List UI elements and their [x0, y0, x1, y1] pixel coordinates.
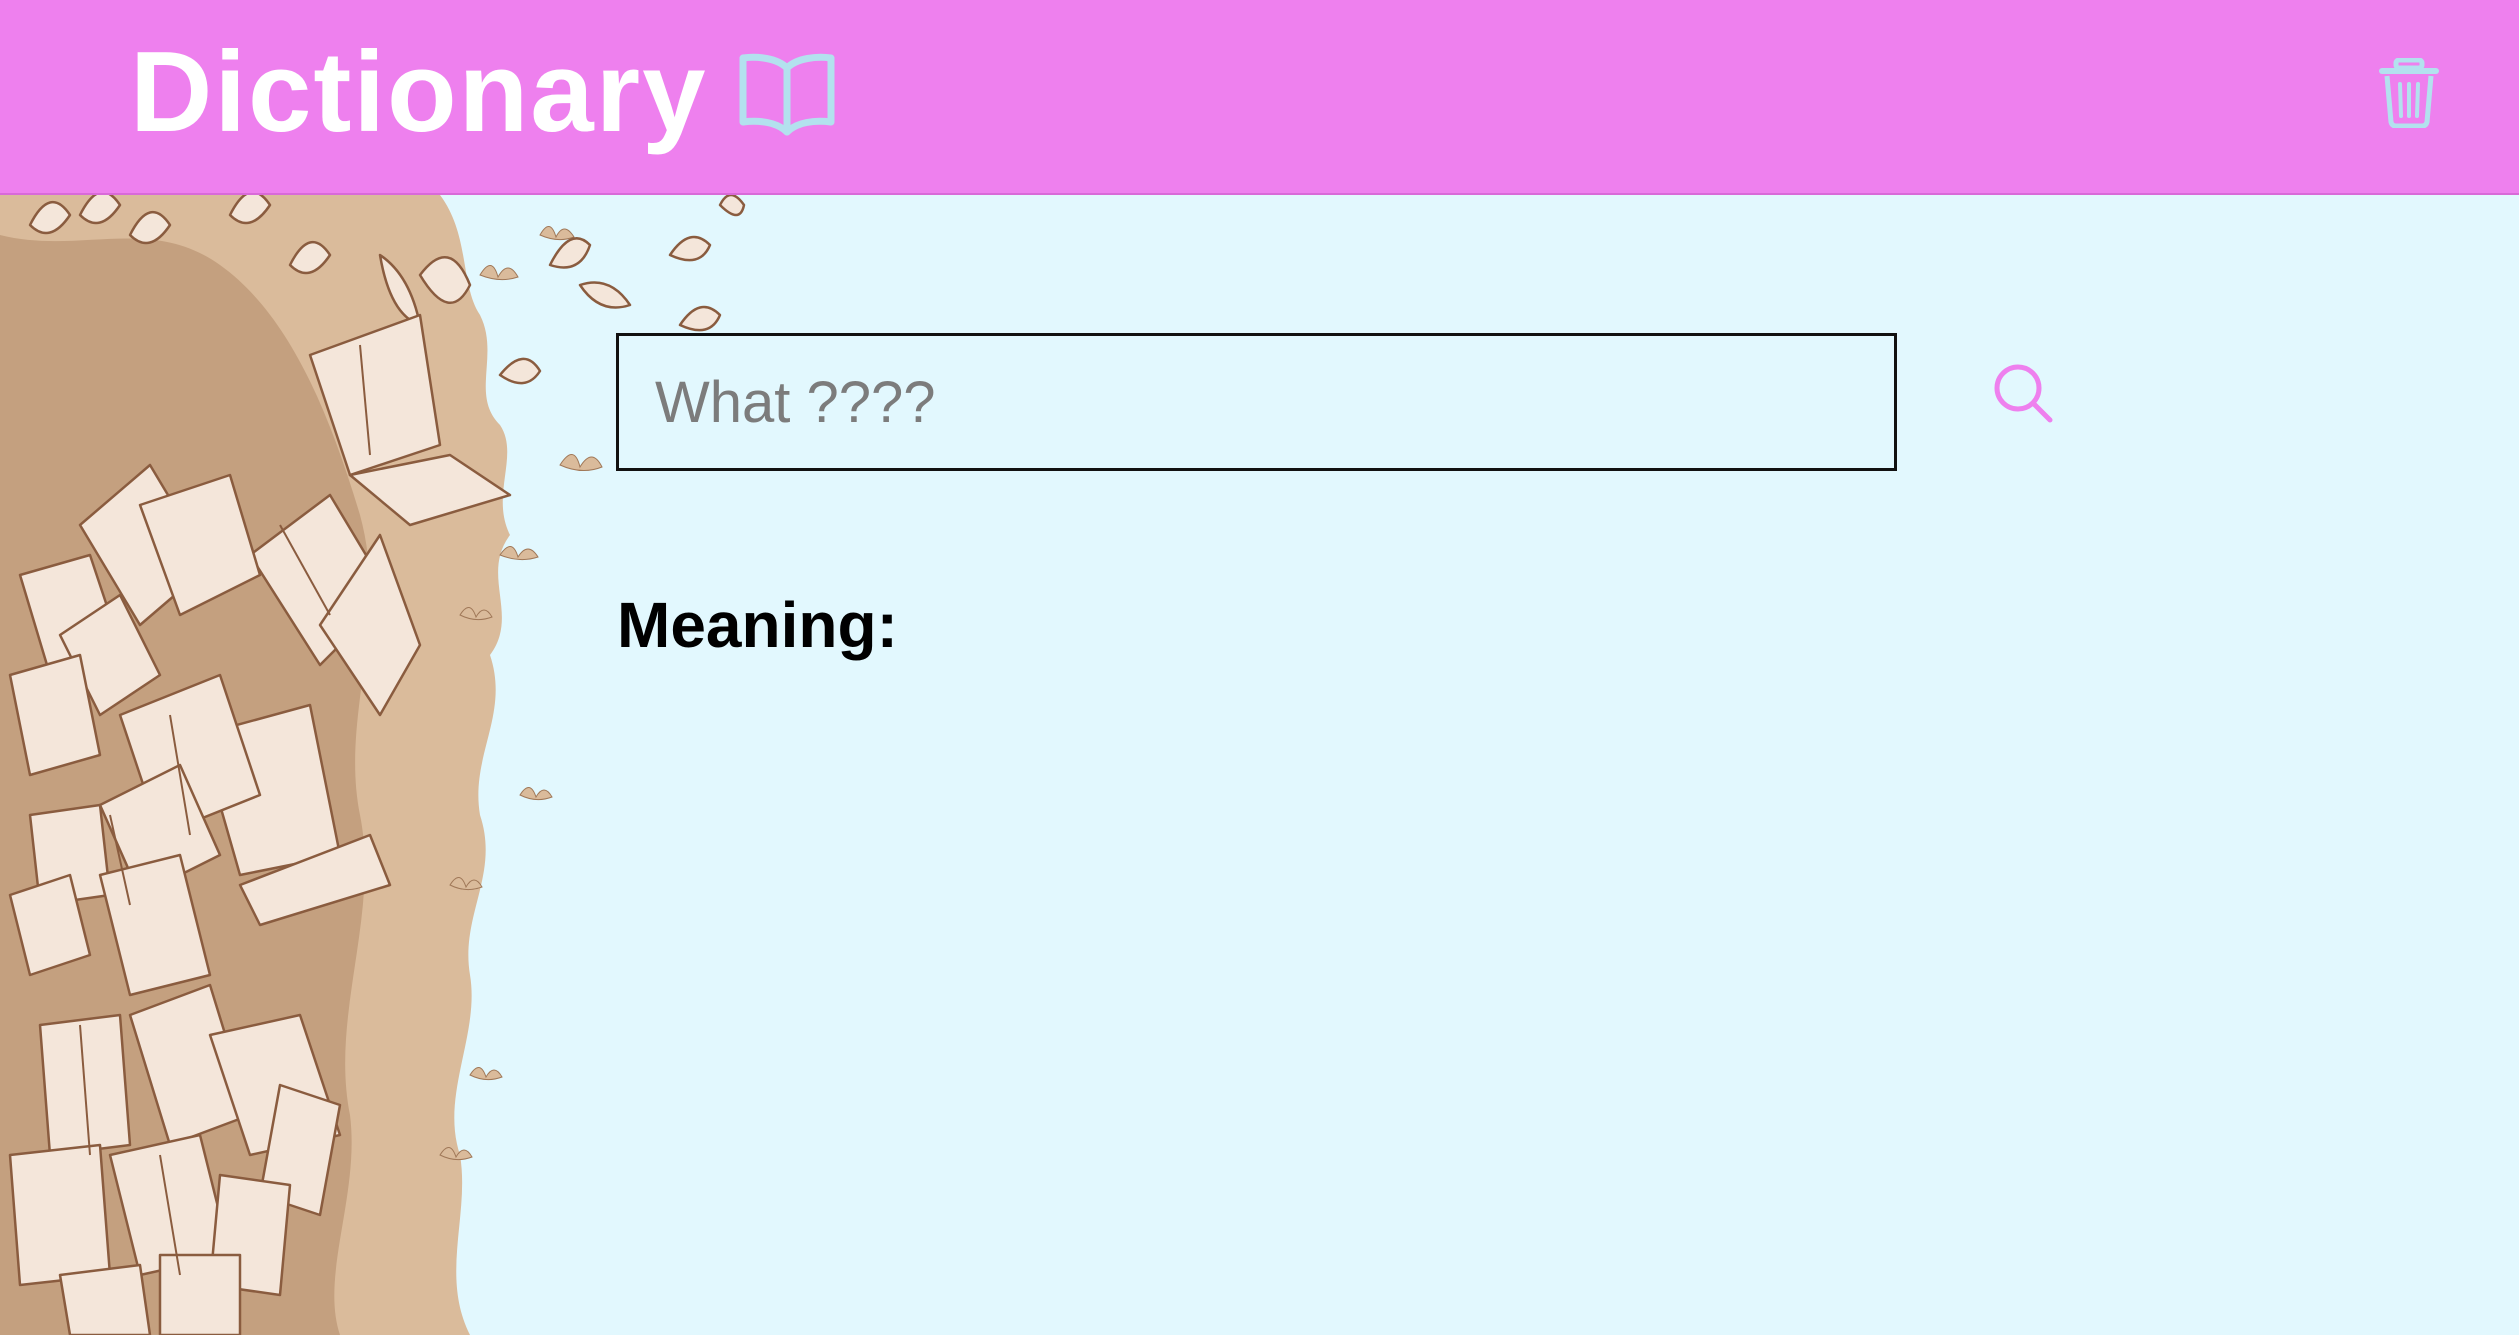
search-button[interactable] — [1990, 360, 2060, 430]
open-book-icon — [737, 48, 837, 138]
meaning-label: Meaning: — [617, 589, 898, 661]
search-icon — [1994, 364, 2053, 423]
app-title: Dictionary — [130, 29, 708, 156]
brand: Dictionary — [130, 28, 837, 158]
search-input[interactable] — [616, 333, 1897, 471]
app-header: Dictionary — [0, 0, 2519, 195]
clear-trash-icon[interactable] — [2378, 57, 2440, 129]
